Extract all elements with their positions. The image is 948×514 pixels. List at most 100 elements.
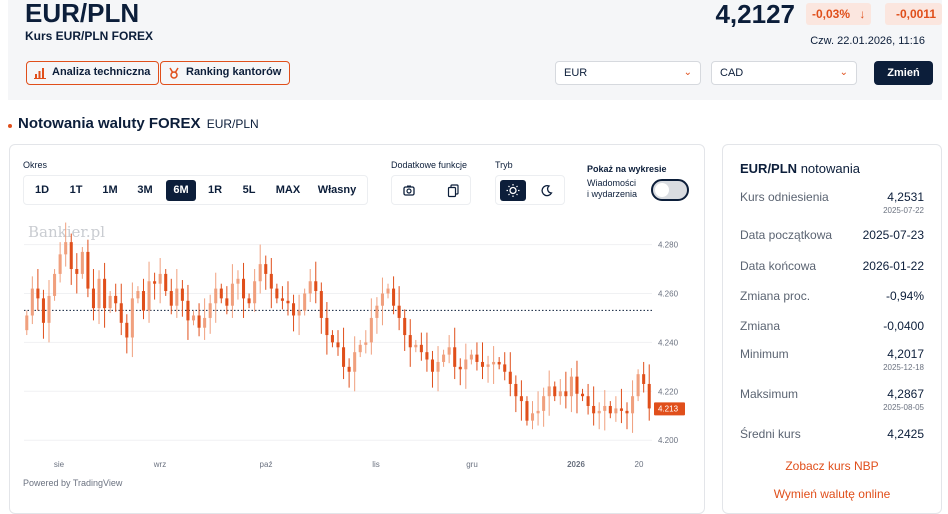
candle-body — [358, 344, 362, 353]
y-tick-label: 4.280 — [658, 241, 679, 250]
candle-body — [558, 391, 562, 397]
candle-body — [158, 273, 162, 284]
candle-body — [503, 364, 507, 372]
candle-body — [180, 288, 184, 301]
candle-body — [442, 354, 446, 362]
candle-body — [631, 396, 635, 414]
exchange-ranking-button[interactable]: Ranking kantorów — [160, 61, 291, 85]
candle-body — [86, 251, 90, 289]
stat-value-average: 4,2425 — [887, 427, 924, 441]
mode-label: Tryb — [495, 160, 513, 170]
period-1t-button[interactable]: 1T — [62, 180, 90, 201]
chart-panel: Okres 1D 1T 1M 3M 6M 1R 5L MAX Własny Do… — [9, 144, 705, 514]
candle-body — [269, 273, 273, 289]
candle-body — [280, 298, 284, 301]
candle-body — [203, 317, 207, 328]
change-absolute: -0,0011 — [895, 7, 936, 21]
camera-icon — [403, 185, 415, 196]
news-events-label-1: Wiadomości — [587, 178, 637, 188]
stat-label-maximum: Maksimum — [740, 387, 799, 401]
exchange-online-link[interactable]: Wymień walutę online — [723, 487, 941, 501]
currency-to-select[interactable]: CAD ⌄ — [711, 61, 857, 85]
candle-body — [108, 295, 112, 309]
candle-body — [425, 352, 429, 360]
currency-from-select[interactable]: EUR ⌄ — [555, 61, 701, 85]
dark-mode-button[interactable] — [534, 180, 560, 201]
candle-body — [53, 273, 57, 296]
arrow-down-icon: ↓ — [859, 7, 866, 21]
period-3m-button[interactable]: 3M — [131, 180, 159, 201]
period-1m-button[interactable]: 1M — [96, 180, 124, 201]
sidebar-title-pair: EUR/PLN — [740, 161, 798, 176]
stat-label-start-date: Data początkowa — [740, 228, 833, 242]
candle-body — [397, 305, 401, 318]
candle-body — [414, 344, 418, 348]
candle-body — [186, 300, 190, 321]
show-on-chart-label: Pokaż na wykresie — [587, 164, 667, 174]
candle-body — [408, 335, 412, 348]
candle-body — [597, 410, 601, 414]
currency-to-value: CAD — [720, 67, 744, 79]
period-1r-button[interactable]: 1R — [201, 180, 229, 201]
candle-body — [297, 310, 301, 316]
candle-body — [147, 281, 151, 311]
bar-chart-icon — [34, 68, 46, 79]
change-currency-button[interactable]: Zmień — [874, 61, 933, 85]
candle-body — [308, 281, 312, 294]
current-rate: 4,2127 — [715, 0, 795, 29]
x-tick-label: 20 — [635, 460, 644, 469]
stat-value-end-date: 2026-01-22 — [862, 259, 924, 273]
candle-body — [303, 293, 307, 311]
candle-body — [30, 288, 34, 316]
candle-body — [214, 288, 218, 304]
light-mode-button[interactable] — [500, 180, 526, 201]
period-1d-button[interactable]: 1D — [28, 180, 56, 201]
period-6m-button[interactable]: 6M — [166, 180, 196, 201]
candle-body — [36, 288, 40, 299]
candle-body — [130, 298, 134, 338]
candle-body — [141, 291, 146, 311]
candle-body — [336, 342, 340, 348]
stat-value-change: -0,0400 — [883, 319, 924, 333]
candle-body — [225, 298, 229, 306]
stats-sidebar: EUR/PLN notowania Kurs odniesienia 4,253… — [722, 144, 942, 514]
candle-body — [241, 278, 246, 299]
stat-value-maximum: 4,2867 — [887, 387, 924, 401]
candle-body — [430, 359, 435, 372]
candle-body — [325, 317, 329, 336]
candle-body — [153, 281, 157, 284]
last-value-label: 4.213 — [658, 404, 679, 413]
period-custom-button[interactable]: Własny — [312, 180, 362, 201]
change-percent-badge: -0,03% ↓ — [806, 3, 872, 25]
candle-body — [275, 288, 279, 299]
candle-body — [25, 315, 29, 331]
candle-body — [536, 410, 540, 414]
camera-button[interactable] — [398, 180, 420, 201]
candlestick-chart[interactable]: 4.280 4.260 4.240 4.220 4.200 4.213 sie wrz paź l… — [10, 220, 704, 475]
candle-body — [581, 393, 585, 397]
candle-body — [547, 386, 551, 397]
candle-body — [91, 288, 95, 309]
period-max-button[interactable]: MAX — [270, 180, 306, 201]
y-tick-label: 4.220 — [658, 387, 679, 396]
y-tick-label: 4.240 — [658, 338, 679, 347]
technical-analysis-button[interactable]: Analiza techniczna — [26, 61, 160, 85]
stat-date-maximum: 2025-08-05 — [883, 403, 924, 412]
candle-body — [41, 298, 45, 323]
news-events-toggle[interactable] — [651, 179, 689, 201]
candle-body — [197, 315, 201, 328]
currency-pair-title: EUR/PLN — [25, 0, 140, 28]
section-title-text: Notowania waluty FOREX — [18, 115, 201, 132]
candle-body — [164, 273, 168, 292]
nbp-rate-link[interactable]: Zobacz kurs NBP — [723, 459, 941, 473]
candle-body — [569, 376, 573, 397]
copy-button[interactable] — [442, 180, 464, 201]
quote-subtitle: Kurs EUR/PLN FOREX — [25, 29, 154, 43]
x-tick-label: gru — [466, 460, 478, 469]
candle-body — [475, 354, 479, 362]
candle-body — [486, 364, 490, 367]
stat-label-minimum: Minimum — [740, 347, 789, 361]
powered-by-tradingview[interactable]: Powered by TradingView — [23, 478, 122, 488]
period-5l-button[interactable]: 5L — [235, 180, 263, 201]
y-tick-label: 4.260 — [658, 289, 679, 298]
